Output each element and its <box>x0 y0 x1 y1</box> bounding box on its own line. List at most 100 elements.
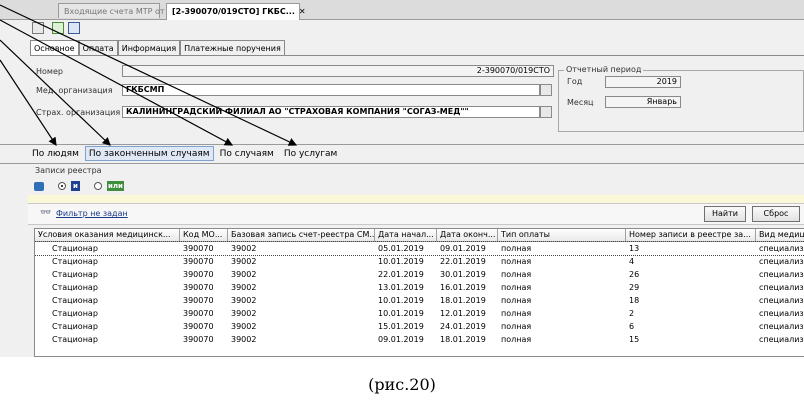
registry-table: Условия оказания медицинск... Код МО... Ба… <box>34 228 804 357</box>
column-header[interactable]: Дата оконч... <box>437 229 498 242</box>
table-cell: 390070 <box>183 270 214 279</box>
table-cell: 10.01.2019 <box>378 309 424 318</box>
table-cell: 15.01.2019 <box>378 322 424 331</box>
table-cell: полная <box>501 270 532 279</box>
table-cell: 26 <box>629 270 640 279</box>
table-cell: Стационар <box>52 283 98 292</box>
insorg-field[interactable]: КАЛИНИНГРАДСКИЙ ФИЛИАЛ АО "СТРАХОВАЯ КОМ… <box>122 106 540 118</box>
table-cell: полная <box>501 322 532 331</box>
table-cell: 39002 <box>231 309 257 318</box>
table-row[interactable]: Стационар 390070 39002 22.01.2019 30.01.2019… <box>35 268 804 281</box>
table-cell: Стационар <box>52 257 98 266</box>
table-cell: 05.01.2019 <box>378 244 424 253</box>
table-cell: 10.01.2019 <box>378 257 424 266</box>
form-tabs: Основное Оплата Информация Платежные пор… <box>30 40 285 55</box>
close-icon[interactable]: ✕ <box>299 7 306 16</box>
reset-button[interactable]: Сброс <box>752 206 800 222</box>
table-row[interactable]: Стационар 390070 39002 15.01.2019 24.01.2019… <box>35 320 804 333</box>
table-cell: 390070 <box>183 335 214 344</box>
table-cell: 39002 <box>231 283 257 292</box>
save-icon[interactable] <box>32 22 44 34</box>
or-radio[interactable] <box>94 182 102 190</box>
find-button[interactable]: Найти <box>704 206 746 222</box>
number-label: Номер <box>36 67 63 76</box>
column-header[interactable]: Условия оказания медицинск... <box>35 229 180 242</box>
view-tab-by-services[interactable]: По услугам <box>280 146 342 161</box>
table-cell: 18.01.2019 <box>440 335 486 344</box>
table-cell: 09.01.2019 <box>440 244 486 253</box>
table-row[interactable]: Стационар 390070 39002 10.01.2019 12.01.2019… <box>35 307 804 320</box>
table-cell: 18 <box>629 296 640 305</box>
doc-tab-current-invoice[interactable]: [2-390070/019СТО] ГКБС... ✕ <box>166 3 306 20</box>
view-tab-by-completed-cases[interactable]: По законченным случаям <box>84 146 214 161</box>
table-cell: Стационар <box>52 296 98 305</box>
registry-title: Записи реестра <box>35 166 102 175</box>
divider <box>0 144 804 145</box>
tab-main[interactable]: Основное <box>30 40 79 55</box>
table-cell: 22.01.2019 <box>378 270 424 279</box>
view-tab-by-people[interactable]: По людям <box>28 146 83 161</box>
filter-area-background <box>28 195 804 203</box>
table-cell: Стационар <box>52 322 98 331</box>
table-cell: 39002 <box>231 322 257 331</box>
table-cell: Стационар <box>52 244 98 253</box>
table-cell: 6 <box>629 322 635 331</box>
and-radio[interactable] <box>58 182 66 190</box>
number-field[interactable]: 2-390070/019СТО <box>122 65 554 77</box>
table-cell: 13.01.2019 <box>378 283 424 292</box>
tab-information[interactable]: Информация <box>117 40 181 55</box>
filter-bar: 👓 Фильтр не задан Найти Сброс <box>28 203 804 225</box>
column-header[interactable]: Номер записи в реестре за... <box>626 229 756 242</box>
print-icon[interactable] <box>68 22 80 34</box>
binoculars-icon[interactable]: 👓 <box>40 208 51 218</box>
table-cell: 13 <box>629 244 640 253</box>
column-header[interactable]: Код МО... <box>180 229 228 242</box>
table-cell: полная <box>501 335 532 344</box>
column-header[interactable]: Базовая запись счет-реестра СМ... <box>228 229 375 242</box>
year-field[interactable]: 2019 <box>605 76 681 88</box>
table-cell: полная <box>501 257 532 266</box>
column-header[interactable]: Вид медиц... <box>756 229 804 242</box>
column-header[interactable]: Дата начал... <box>375 229 437 242</box>
table-cell: специализ... <box>759 309 804 318</box>
view-tab-by-cases[interactable]: По случаям <box>216 146 278 161</box>
table-cell: 22.01.2019 <box>440 257 486 266</box>
table-cell: 39002 <box>231 335 257 344</box>
table-row[interactable]: Стационар 390070 39002 09.01.2019 18.01.2019… <box>35 333 804 346</box>
medorg-field[interactable]: ГКБСМП <box>122 84 540 96</box>
insorg-dropdown-button[interactable] <box>540 106 552 118</box>
table-row[interactable]: Стационар 390070 39002 05.01.2019 09.01.2019… <box>35 241 804 256</box>
table-row[interactable]: Стационар 390070 39002 10.01.2019 18.01.2019… <box>35 294 804 307</box>
view-mode-tabs: По людям По законченным случаям По случа… <box>28 146 343 162</box>
column-header[interactable]: Тип оплаты <box>498 229 626 242</box>
table-row[interactable]: Стационар 390070 39002 10.01.2019 22.01.2019… <box>35 255 804 268</box>
period-title: Отчетный период <box>564 65 644 74</box>
table-cell: 39002 <box>231 257 257 266</box>
table-cell: 09.01.2019 <box>378 335 424 344</box>
table-cell: специализ... <box>759 296 804 305</box>
table-cell: 15 <box>629 335 640 344</box>
refresh-icon[interactable] <box>52 22 64 34</box>
year-label: Год <box>567 77 583 86</box>
month-field[interactable]: Январь <box>605 96 681 108</box>
tab-payment-orders[interactable]: Платежные поручения <box>180 40 285 55</box>
expand-icon[interactable] <box>34 182 44 191</box>
table-cell: 4 <box>629 257 635 266</box>
table-cell: 10.01.2019 <box>378 296 424 305</box>
table-cell: Стационар <box>52 270 98 279</box>
medorg-dropdown-button[interactable] <box>540 84 552 96</box>
doc-tab-incoming-invoices[interactable]: Входящие счета МТР от М... <box>58 3 182 18</box>
month-label: Месяц <box>567 98 594 107</box>
medorg-label: Мед. организация <box>36 86 113 95</box>
filter-link[interactable]: Фильтр не задан <box>56 209 128 218</box>
table-cell: 39002 <box>231 296 257 305</box>
table-cell: 12.01.2019 <box>440 309 486 318</box>
table-cell: 39002 <box>231 270 257 279</box>
period-group: Отчетный период Год 2019 Месяц Январь <box>558 65 804 132</box>
table-row[interactable]: Стационар 390070 39002 13.01.2019 16.01.2019… <box>35 281 804 294</box>
tab-payment[interactable]: Оплата <box>78 40 118 55</box>
table-cell: 39002 <box>231 244 257 253</box>
divider <box>0 163 804 164</box>
table-cell: 390070 <box>183 296 214 305</box>
table-cell: специализ... <box>759 257 804 266</box>
